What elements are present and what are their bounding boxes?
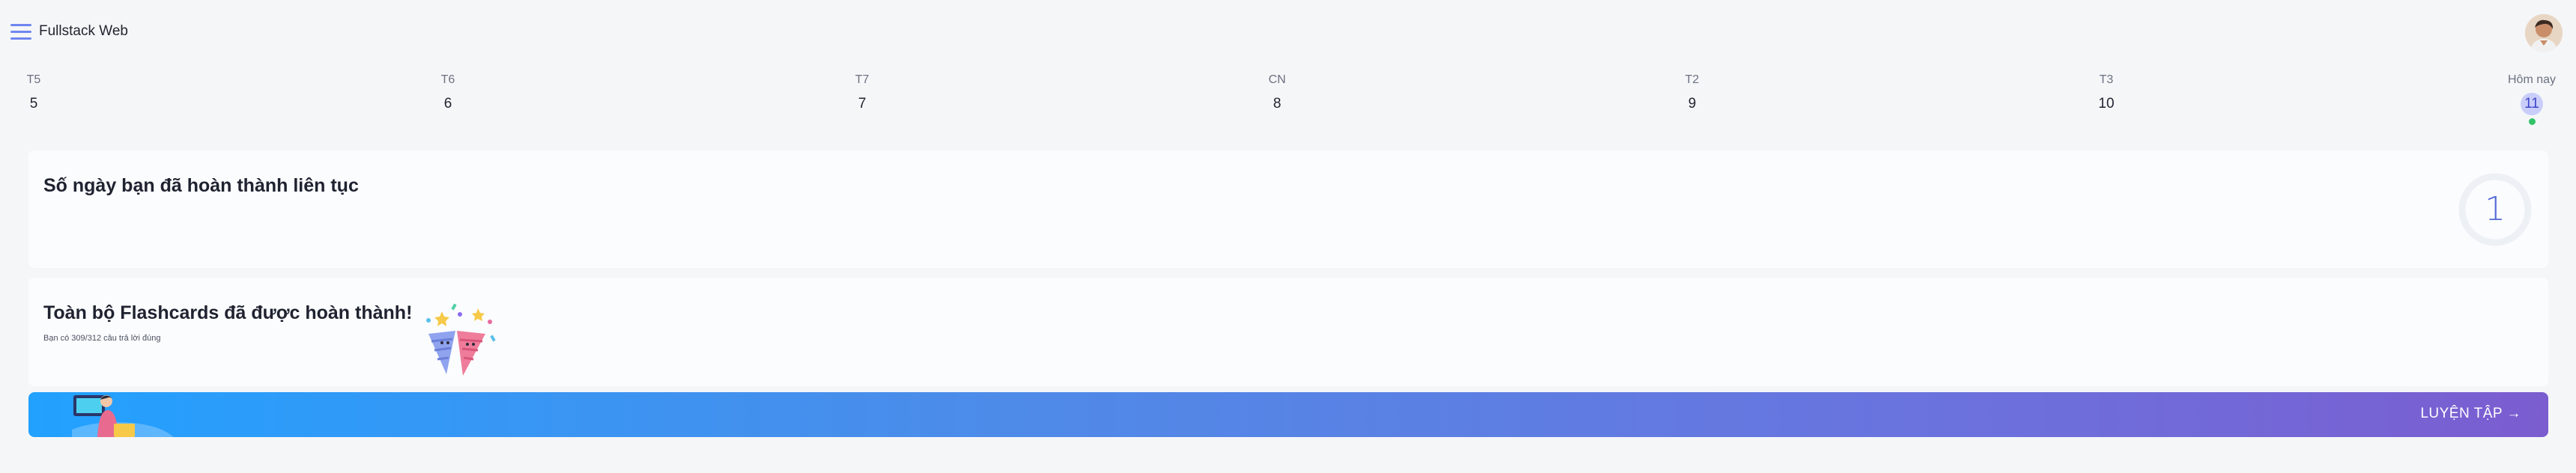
streak-card: Số ngày bạn đã hoàn thành liên tục 1	[28, 150, 2548, 268]
day-of-week: T5	[26, 73, 41, 86]
day-item[interactable]: CN 8	[1247, 72, 1307, 114]
day-number-today: 11	[2521, 93, 2543, 115]
day-number: 7	[858, 96, 867, 112]
day-item-today[interactable]: Hôm nay 11	[2501, 72, 2563, 125]
streak-count: 1	[2485, 190, 2506, 228]
day-number: 8	[1273, 96, 1282, 112]
flashcards-card: Toàn bộ Flashcards đã được hoàn thành! B…	[28, 278, 2548, 386]
day-number: 10	[2098, 96, 2115, 112]
day-of-week: Hôm nay	[2507, 73, 2557, 86]
day-of-week: T7	[855, 73, 870, 86]
day-number: 5	[29, 96, 38, 112]
day-item[interactable]: T3 10	[2076, 72, 2136, 114]
app-title: Fullstack Web	[39, 23, 128, 39]
day-of-week: CN	[1268, 73, 1286, 86]
week-strip: T5 5 T6 6 T7 7 CN 8 T2 9 T3 10 Hôm nay 1…	[0, 72, 2576, 139]
day-of-week: T2	[1685, 73, 1700, 86]
day-of-week: T6	[440, 73, 455, 86]
party-popper-icon	[419, 298, 502, 380]
day-item[interactable]: T7 7	[832, 72, 892, 114]
streak-title: Số ngày bạn đã hoàn thành liên tục	[43, 175, 359, 196]
practice-banner: LUYỆN TẬP →	[28, 392, 2548, 437]
day-of-week: T3	[2099, 73, 2114, 86]
top-bar: Fullstack Web	[0, 0, 2576, 64]
today-indicator-dot	[2528, 118, 2536, 125]
hamburger-menu-icon[interactable]	[10, 22, 33, 42]
day-number: 9	[1688, 96, 1697, 112]
student-laptop-icon	[60, 392, 177, 437]
practice-button[interactable]: LUYỆN TẬP →	[2420, 406, 2521, 422]
user-avatar[interactable]	[2525, 14, 2563, 52]
day-item[interactable]: T2 9	[1662, 72, 1722, 114]
streak-counter: 1	[2458, 173, 2532, 246]
day-item[interactable]: T5 5	[4, 72, 64, 114]
day-number: 6	[443, 96, 452, 112]
day-item[interactable]: T6 6	[418, 72, 478, 114]
flashcards-subtitle: Bạn có 309/312 câu trả lời đúng	[43, 334, 161, 343]
flashcards-title: Toàn bộ Flashcards đã được hoàn thành!	[43, 302, 413, 323]
